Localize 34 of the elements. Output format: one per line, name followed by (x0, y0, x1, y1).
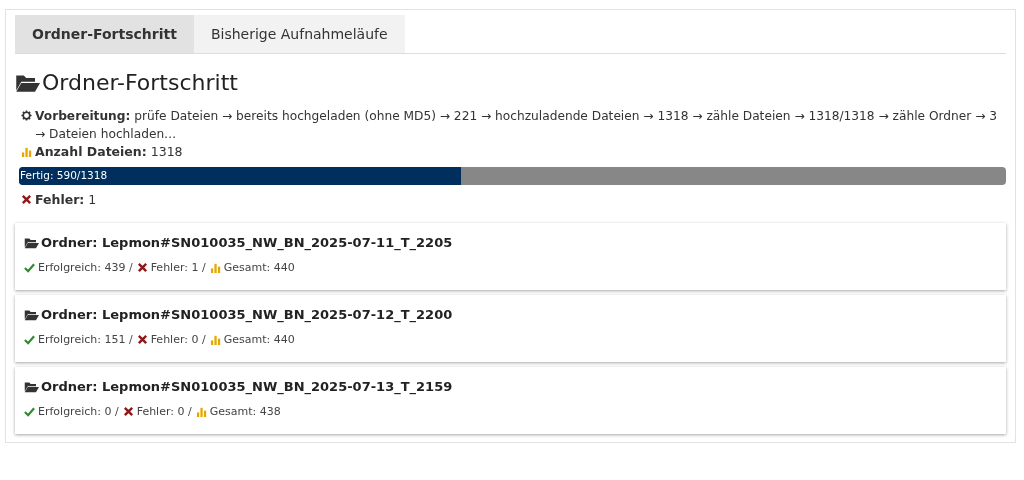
bar-chart-icon (195, 406, 207, 417)
gear-icon (21, 110, 32, 121)
folder-icon (24, 236, 39, 249)
tab[interactable]: Bisherige Aufnahmeläufe (193, 15, 405, 53)
success-count: Erfolgreich: 439 / (38, 261, 133, 274)
cross-icon (136, 262, 148, 273)
progress-label: Fertig: 590/1318 (20, 169, 108, 181)
error-count-text: Fehler: 1 (35, 192, 97, 207)
error-count: Fehler: 1 / (150, 261, 206, 274)
error-count: Fehler: 0 / (150, 333, 206, 346)
folder-title: Ordner: Lepmon#SN010035_NW_BN_2025-07-13_T_2159 (41, 379, 453, 394)
success-count: Erfolgreich: 151 / (38, 333, 133, 346)
checkmark-icon (24, 406, 35, 417)
folder-title: Ordner: Lepmon#SN010035_NW_BN_2025-07-12_T_2200 (41, 307, 453, 322)
preparation-text: Vorbereitung: prüfe Dateien → bereits hochgeladen (ohne MD5) → 221 → hochzuladende Dateien → 1318 → zähle Dateien → 1318/1318 → zähle Ordner → 3 → Dateien hochladen… (35, 108, 998, 143)
error-count: Fehler: 0 / (136, 405, 192, 418)
folder-icon (24, 380, 39, 393)
file-count-text: Anzahl Dateien: 1318 (35, 144, 183, 159)
checkmark-icon (24, 262, 35, 273)
folder-icon (24, 308, 39, 321)
tab[interactable]: Ordner-Fortschritt (15, 15, 194, 53)
bar-chart-icon (209, 262, 221, 273)
cross-icon (136, 334, 148, 345)
total-count: Gesamt: 440 (223, 333, 295, 346)
total-count: Gesamt: 440 (223, 261, 295, 274)
checkmark-icon (24, 334, 35, 345)
folder-title: Ordner: Lepmon#SN010035_NW_BN_2025-07-11_T_2205 (41, 235, 453, 250)
bar-chart-icon (21, 146, 32, 157)
success-count: Erfolgreich: 0 / (38, 405, 119, 418)
page-heading: Ordner-Fortschritt (42, 70, 238, 95)
bar-chart-icon (209, 334, 221, 345)
total-count: Gesamt: 438 (209, 405, 281, 418)
cross-icon (21, 194, 32, 205)
cross-icon (122, 406, 134, 417)
